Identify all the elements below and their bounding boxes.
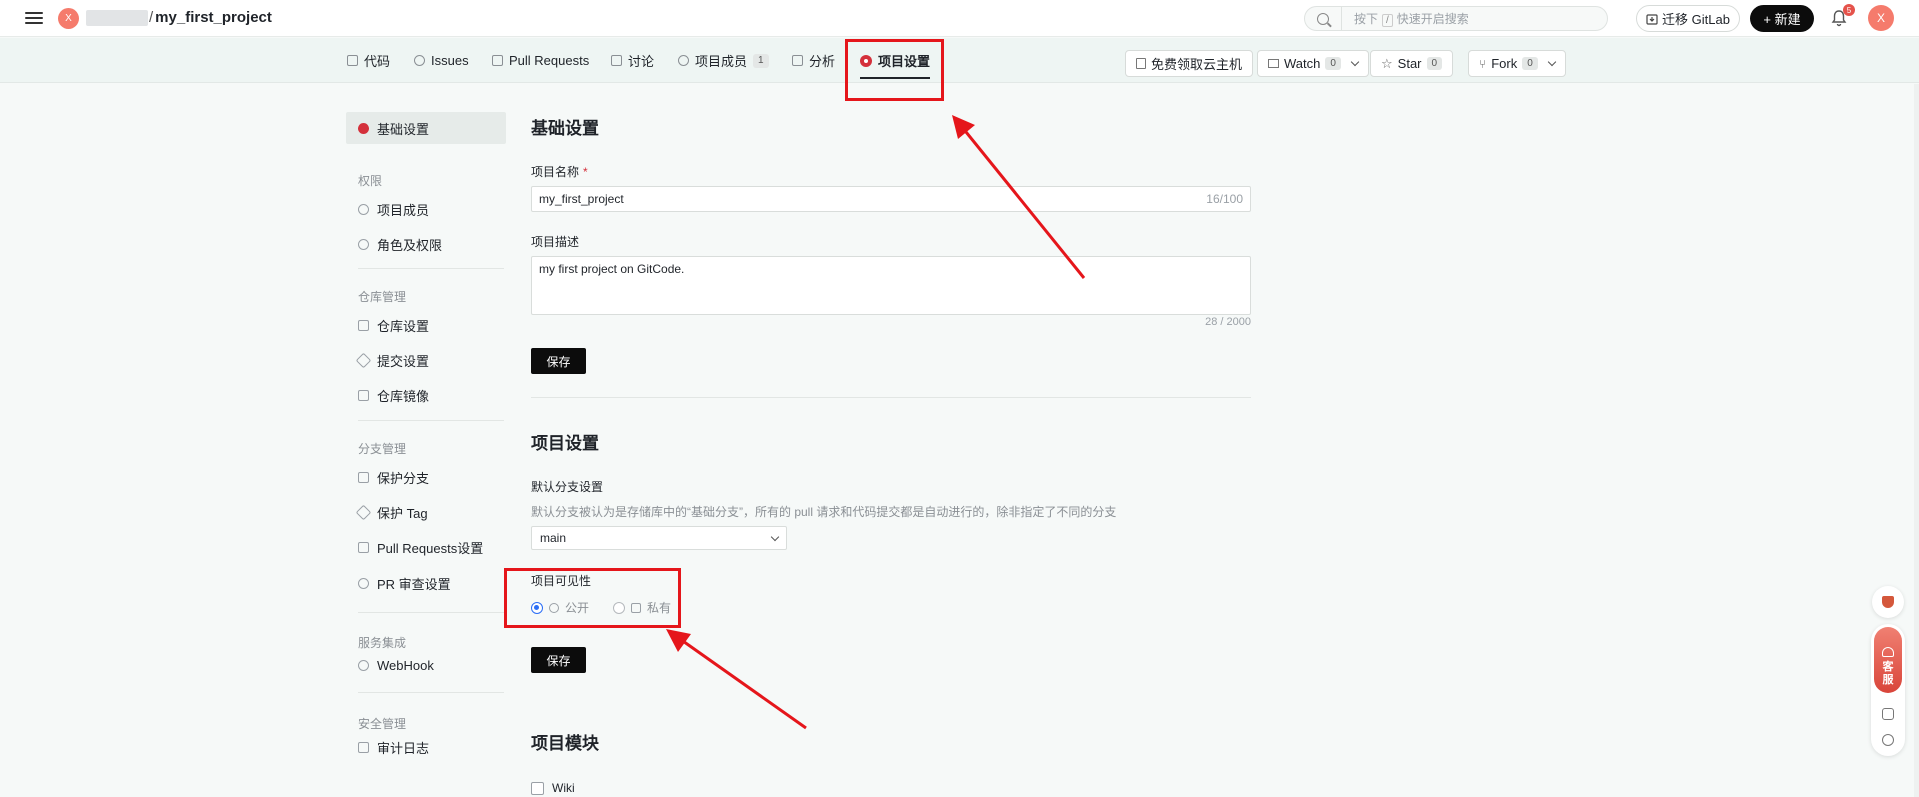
trophy-icon (1882, 596, 1894, 608)
annotation-arrows (666, 115, 1086, 730)
smiley-icon[interactable] (1882, 734, 1894, 746)
trophy-button[interactable] (1872, 586, 1904, 618)
annotation-arrow-line (960, 126, 1086, 279)
feedback-icon[interactable] (1882, 708, 1894, 720)
page-scrollbar[interactable] (1914, 84, 1919, 797)
headset-icon (1882, 647, 1894, 657)
customer-service-button[interactable]: 客 服 (1874, 627, 1902, 693)
float-help-panel: 客 服 (1871, 624, 1905, 756)
annotation-arrow-line (679, 637, 807, 730)
annotation-arrow-head (666, 629, 691, 652)
annotation-arrow-head (952, 115, 975, 139)
